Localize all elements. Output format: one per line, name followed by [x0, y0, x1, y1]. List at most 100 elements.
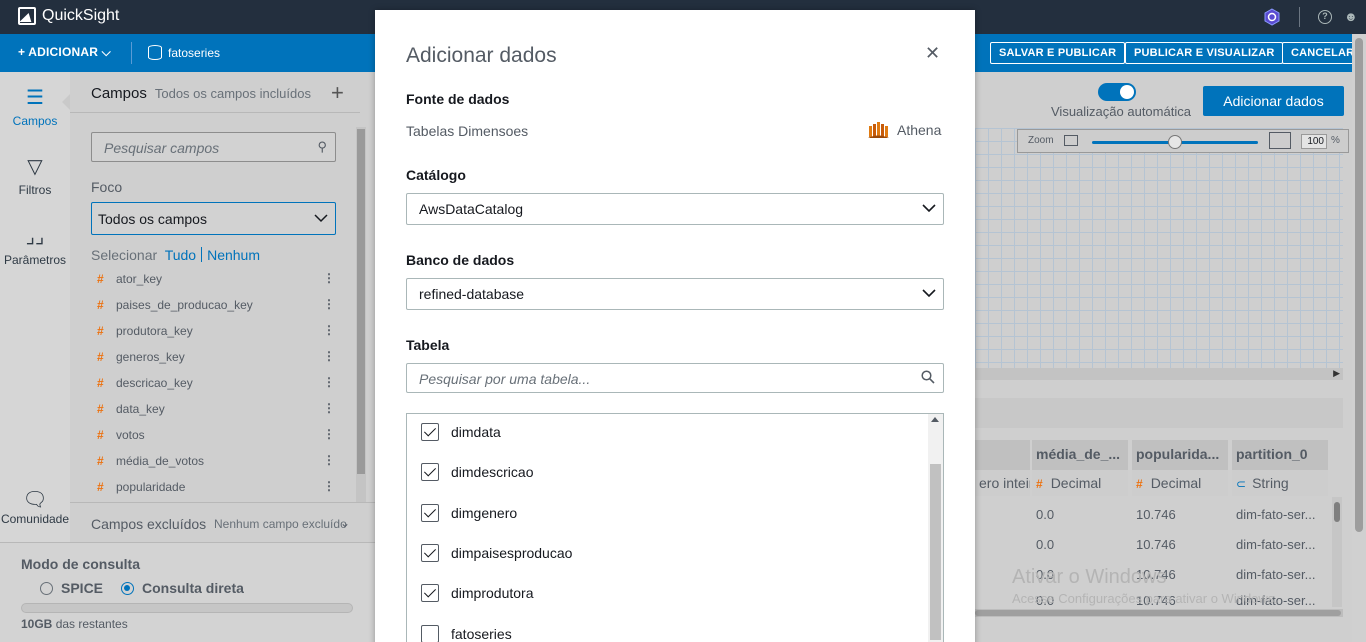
help-icon[interactable]: ? — [1318, 10, 1332, 24]
field-item[interactable]: # produtora_key ⋮ — [97, 323, 343, 350]
table-option[interactable]: dimdescricao — [421, 462, 533, 482]
table-vscroll-thumb[interactable] — [1334, 502, 1340, 522]
canvas-grid[interactable] — [975, 128, 1343, 368]
column-header[interactable]: partition_0 — [1232, 440, 1328, 470]
fields-scroll-thumb[interactable] — [357, 129, 365, 474]
table-list-scroll-thumb[interactable] — [930, 464, 941, 640]
field-item[interactable]: # descricao_key ⋮ — [97, 375, 343, 402]
add-data-button[interactable]: Adicionar dados — [1203, 86, 1344, 116]
more-options-icon[interactable]: ⋮ — [323, 453, 335, 467]
direct-query-radio[interactable]: Consulta direta — [121, 580, 244, 596]
more-options-icon[interactable]: ⋮ — [323, 349, 335, 363]
page-scrollbar[interactable] — [1352, 34, 1366, 642]
dataset-name: fatoseries — [168, 45, 221, 60]
catalog-select[interactable]: AwsDataCatalog — [406, 193, 944, 225]
excluded-subtitle: Nenhum campo excluído — [214, 517, 347, 531]
table-option[interactable]: dimprodutora — [421, 583, 534, 603]
rail-params[interactable]: ⌟⌟ Parâmetros — [0, 225, 70, 267]
zoom-out-icon[interactable] — [1064, 135, 1078, 146]
checkbox-icon[interactable] — [421, 584, 439, 602]
string-type-icon: ⊂ — [1236, 477, 1247, 491]
query-mode-title: Modo de consulta — [21, 556, 140, 572]
field-item[interactable]: # paises_de_producao_key ⋮ — [97, 297, 343, 324]
canvas-hscroll[interactable]: ▶ — [975, 368, 1343, 380]
column-header[interactable] — [975, 440, 1030, 470]
table-search-input[interactable]: Pesquisar por uma tabela... — [406, 363, 944, 393]
save-publish-button[interactable]: SALVAR E PUBLICAR — [990, 42, 1126, 64]
more-options-icon[interactable]: ⋮ — [323, 271, 335, 285]
table-hscroll-thumb[interactable] — [975, 610, 1341, 616]
more-options-icon[interactable]: ⋮ — [323, 323, 335, 337]
publish-view-button[interactable]: PUBLICAR E VISUALIZAR — [1125, 42, 1284, 64]
windows-watermark-text: Acesse Configurações para ativar o Windo… — [1012, 591, 1278, 606]
select-none-link[interactable]: Nenhum — [207, 247, 260, 263]
chart-logo-icon — [18, 7, 36, 25]
toolbar-divider — [131, 42, 132, 64]
fields-divider — [70, 112, 360, 113]
hexagon-icon[interactable] — [1263, 8, 1281, 26]
zoom-in-icon[interactable] — [1269, 132, 1291, 149]
fields-scrollbar[interactable] — [356, 127, 366, 502]
table-cell: 10.746 — [1136, 507, 1176, 522]
more-options-icon[interactable]: ⋮ — [323, 375, 335, 389]
field-item[interactable]: # data_key ⋮ — [97, 401, 343, 428]
scroll-right-icon[interactable]: ▶ — [1333, 368, 1340, 379]
dataset-selector[interactable]: fatoseries — [148, 45, 220, 60]
close-icon[interactable]: ✕ — [925, 43, 940, 64]
table-option-name: dimprodutora — [451, 585, 534, 601]
checkbox-icon[interactable] — [421, 544, 439, 562]
table-list-scrollbar[interactable] — [928, 414, 943, 642]
select-all-link[interactable]: Tudo — [165, 247, 196, 263]
checkbox-icon[interactable] — [421, 504, 439, 522]
fields-search-input[interactable]: Pesquisar campos ⚲ — [91, 132, 336, 162]
left-rail: ☰ Campos ▽ Filtros ⌟⌟ Parâmetros — [0, 72, 70, 542]
checkbox-icon[interactable] — [421, 463, 439, 481]
add-field-icon[interactable]: + — [331, 82, 344, 104]
database-select[interactable]: refined-database — [406, 278, 944, 310]
rail-filters[interactable]: ▽ Filtros — [0, 155, 70, 197]
excluded-fields-section[interactable]: Campos excluídos Nenhum campo excluído ⌄ — [70, 502, 375, 542]
field-item[interactable]: # generos_key ⋮ — [97, 349, 343, 376]
rail-fields[interactable]: ☰ Campos — [0, 86, 70, 128]
table-option[interactable]: fatoseries — [421, 624, 512, 642]
table-option[interactable]: dimdata — [421, 422, 501, 442]
app-brand[interactable]: QuickSight — [18, 7, 119, 25]
table-option[interactable]: dimpaisesproducao — [421, 543, 572, 563]
field-name: descricao_key — [116, 376, 193, 390]
field-name: produtora_key — [116, 324, 193, 338]
column-type-label: Decimal — [1150, 475, 1202, 491]
field-item[interactable]: # ator_key ⋮ — [97, 271, 343, 298]
zoom-control: Zoom 100 % — [1017, 129, 1349, 153]
rail-community[interactable]: 🗨 Comunidade — [0, 488, 70, 526]
column-header[interactable]: média_de_... — [1032, 440, 1128, 470]
auto-vis-toggle[interactable] — [1098, 83, 1136, 101]
table-list: dimdata dimdescricao dimgenero dimpaises… — [406, 413, 944, 642]
table-option[interactable]: dimgenero — [421, 503, 517, 523]
user-icon[interactable]: ☻ — [1344, 9, 1360, 25]
query-mode-panel: Modo de consulta SPICE Consulta direta 1… — [0, 542, 375, 642]
field-item[interactable]: # votos ⋮ — [97, 427, 343, 454]
zoom-slider-handle[interactable] — [1168, 135, 1182, 149]
column-type: ⊂ String — [1232, 470, 1328, 496]
focus-select[interactable]: Todos os campos — [91, 202, 336, 235]
fields-header: Campos Todos os campos incluídos — [91, 85, 311, 102]
field-name: data_key — [116, 402, 165, 416]
more-options-icon[interactable]: ⋮ — [323, 401, 335, 415]
more-options-icon[interactable]: ⋮ — [323, 479, 335, 493]
more-options-icon[interactable]: ⋮ — [323, 297, 335, 311]
spice-radio[interactable]: SPICE — [40, 580, 103, 596]
table-vscroll[interactable] — [1332, 497, 1342, 607]
zoom-value-input[interactable]: 100 — [1301, 134, 1327, 149]
add-menu-button[interactable]: + ADICIONAR ⌵ — [18, 45, 111, 60]
checkbox-icon[interactable] — [421, 625, 439, 642]
scroll-up-icon[interactable] — [931, 417, 939, 422]
checkbox-icon[interactable] — [421, 423, 439, 441]
more-options-icon[interactable]: ⋮ — [323, 427, 335, 441]
params-icon: ⌟⌟ — [25, 226, 45, 248]
table-hscroll[interactable] — [975, 609, 1343, 617]
windows-watermark-title: Ativar o Windows — [1012, 566, 1167, 588]
page-scroll-thumb[interactable] — [1355, 38, 1363, 532]
field-item[interactable]: # média_de_votos ⋮ — [97, 453, 343, 480]
source-label: Fonte de dados — [406, 91, 510, 107]
column-header[interactable]: popularida... — [1132, 440, 1228, 470]
